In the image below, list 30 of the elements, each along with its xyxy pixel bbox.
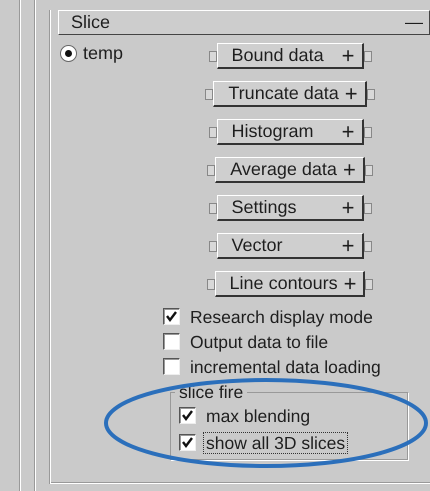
handle-icon[interactable]	[208, 50, 216, 62]
panel-title: Slice	[71, 12, 110, 33]
group-legend: slice fire	[175, 382, 248, 403]
handle-icon[interactable]	[365, 278, 374, 290]
handle-icon[interactable]	[208, 240, 216, 252]
handle-icon[interactable]	[207, 164, 216, 176]
handle-icon[interactable]	[208, 126, 216, 138]
section-expander-button[interactable]: Truncate data +	[213, 81, 367, 107]
checkbox-label[interactable]: incremental data loading	[187, 356, 384, 378]
checkbox[interactable]	[179, 434, 196, 451]
checkbox-label[interactable]: Output data to file	[187, 330, 332, 352]
checkbox[interactable]	[163, 358, 180, 375]
handle-icon[interactable]	[208, 202, 216, 214]
checkbox-label[interactable]: show all 3D slices	[203, 432, 348, 454]
section-expander-button[interactable]: Vector +	[216, 233, 364, 259]
handle-icon[interactable]	[206, 278, 215, 290]
checkbox[interactable]	[179, 407, 196, 424]
radio-label[interactable]: temp	[83, 43, 124, 64]
section-expander-button[interactable]: Histogram +	[216, 119, 364, 145]
checkbox-label[interactable]: Research display mode	[187, 306, 376, 328]
handle-icon[interactable]	[205, 88, 214, 100]
radio-button[interactable]	[60, 45, 77, 62]
section-expander-button[interactable]: Bound data +	[216, 43, 364, 69]
checkbox-label[interactable]: max blending	[203, 404, 314, 426]
section-expander-button[interactable]: Line contours +	[214, 271, 366, 297]
collapse-button[interactable]: —	[405, 12, 423, 33]
checkbox[interactable]	[163, 333, 180, 350]
section-expander-button[interactable]: Settings +	[216, 195, 364, 221]
checkbox[interactable]	[163, 308, 180, 325]
section-expander-button[interactable]: Average data +	[215, 157, 365, 183]
